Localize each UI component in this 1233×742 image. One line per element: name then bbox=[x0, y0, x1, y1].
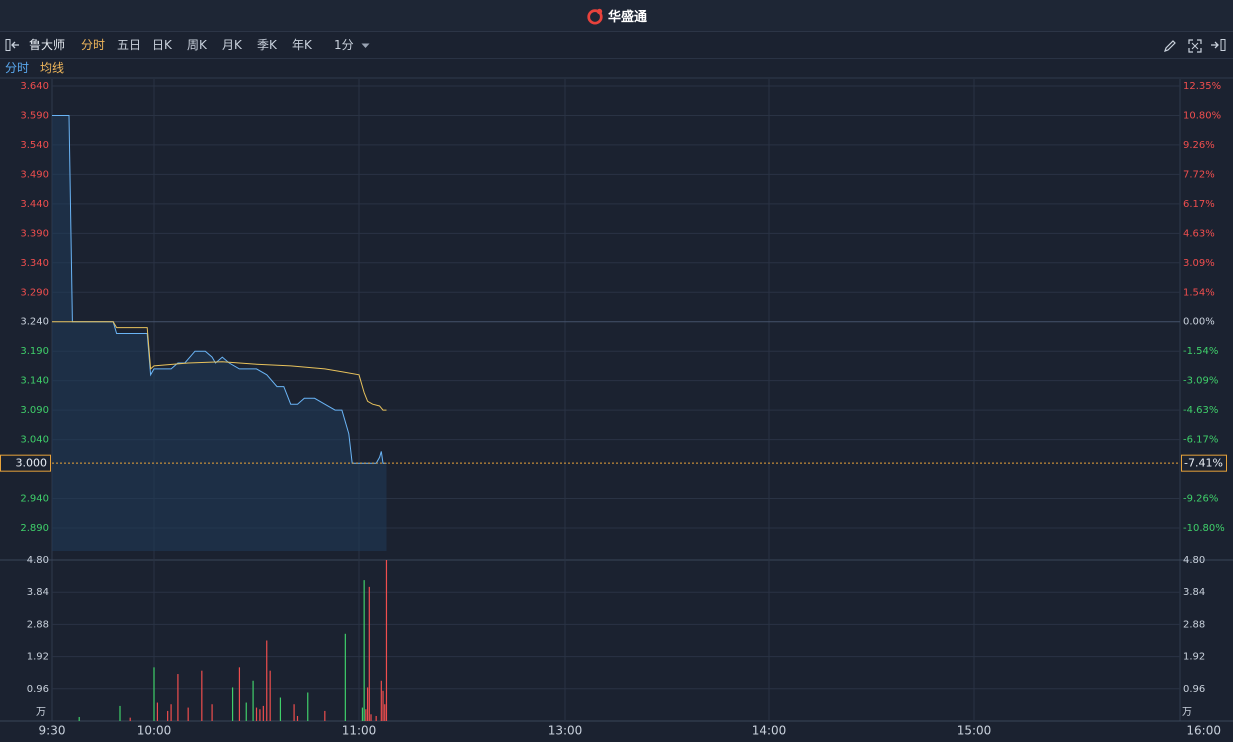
volume-tick-label-right: 0.96 bbox=[1183, 684, 1205, 695]
percent-tick-label: 6.17% bbox=[1183, 199, 1215, 210]
current-price-label: 3.000 bbox=[16, 457, 48, 470]
volume-tick-label: 2.88 bbox=[27, 619, 49, 630]
percent-tick-label: 0.00% bbox=[1183, 317, 1215, 328]
percent-tick-label: 9.26% bbox=[1183, 140, 1215, 151]
time-tick-label: 10:00 bbox=[137, 724, 172, 738]
time-tick-label: 9:30 bbox=[39, 724, 66, 738]
volume-tick-label-right: 1.92 bbox=[1183, 652, 1205, 663]
percent-tick-label: -4.63% bbox=[1183, 405, 1218, 416]
volume-tick-label-right: 3.84 bbox=[1183, 587, 1205, 598]
volume-unit-label: 万 bbox=[36, 707, 46, 718]
percent-tick-label: 10.80% bbox=[1183, 110, 1221, 121]
time-tick-label: 11:00 bbox=[342, 724, 377, 738]
volume-tick-label: 4.80 bbox=[27, 555, 49, 566]
current-change-label: -7.41% bbox=[1184, 457, 1223, 470]
price-tick-label: 3.290 bbox=[20, 287, 49, 298]
percent-tick-label: 12.35% bbox=[1183, 81, 1221, 92]
intraday-chart: 3.640 12.35% 3.590 10.80% 3.540 9.26% 3.490 7.7… bbox=[0, 77, 1233, 738]
price-tick-label: 3.540 bbox=[20, 140, 49, 151]
price-tick-label: 3.240 bbox=[20, 317, 49, 328]
price-tick-label: 3.090 bbox=[20, 405, 49, 416]
volume-tick-label: 3.84 bbox=[27, 587, 49, 598]
time-tick-label: 15:00 bbox=[957, 724, 992, 738]
time-tick-label: 14:00 bbox=[752, 724, 787, 738]
time-tick-label: 16:00 bbox=[1186, 724, 1221, 738]
volume-tick-label-right: 2.88 bbox=[1183, 619, 1205, 630]
volume-unit-label-right: 万 bbox=[1182, 707, 1192, 718]
percent-tick-label: 4.63% bbox=[1183, 228, 1215, 239]
price-area-fill bbox=[52, 115, 387, 551]
percent-tick-label: 1.54% bbox=[1183, 287, 1215, 298]
price-tick-label: 2.890 bbox=[20, 523, 49, 534]
price-tick-label: 3.140 bbox=[20, 376, 49, 387]
price-tick-label: 3.190 bbox=[20, 346, 49, 357]
price-tick-label: 3.440 bbox=[20, 199, 49, 210]
percent-tick-label: -1.54% bbox=[1183, 346, 1218, 357]
volume-tick-label: 0.96 bbox=[27, 684, 49, 695]
volume-tick-label-right: 4.80 bbox=[1183, 555, 1205, 566]
price-tick-label: 2.940 bbox=[20, 494, 49, 505]
price-tick-label: 3.040 bbox=[20, 435, 49, 446]
price-tick-label: 3.590 bbox=[20, 110, 49, 121]
time-tick-label: 13:00 bbox=[548, 724, 583, 738]
price-tick-label: 3.640 bbox=[20, 81, 49, 92]
percent-tick-label: -10.80% bbox=[1183, 523, 1225, 534]
percent-tick-label: -6.17% bbox=[1183, 435, 1218, 446]
percent-tick-label: -3.09% bbox=[1183, 376, 1218, 387]
volume-tick-label: 1.92 bbox=[27, 652, 49, 663]
percent-tick-label: 3.09% bbox=[1183, 258, 1215, 269]
price-tick-label: 3.390 bbox=[20, 228, 49, 239]
price-tick-label: 3.490 bbox=[20, 169, 49, 180]
percent-tick-label: -9.26% bbox=[1183, 494, 1218, 505]
price-tick-label: 3.340 bbox=[20, 258, 49, 269]
percent-tick-label: 7.72% bbox=[1183, 169, 1215, 180]
